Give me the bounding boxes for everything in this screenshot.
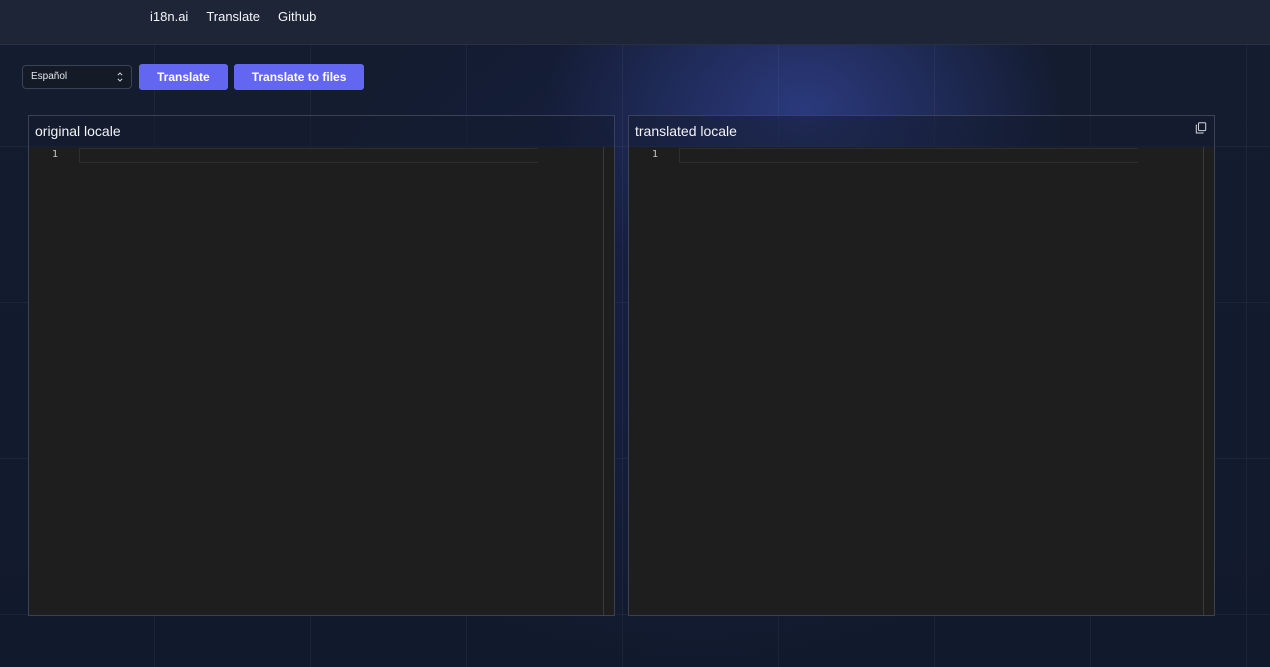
translate-button[interactable]: Translate [139, 64, 228, 90]
translated-locale-editor[interactable]: 1 [629, 147, 1204, 615]
nav-translate-link[interactable]: Translate [206, 9, 260, 24]
translated-editor-scrollbar[interactable] [1203, 147, 1214, 615]
translated-locale-header: translated locale [629, 116, 1214, 147]
original-locale-header: original locale [29, 116, 614, 147]
line-number: 1 [52, 149, 59, 160]
nav-github-link[interactable]: Github [278, 9, 316, 24]
main-nav: i18n.ai Translate Github [150, 9, 316, 24]
top-nav-bar: i18n.ai Translate Github [0, 0, 1270, 45]
translated-locale-panel: translated locale 1 [628, 115, 1215, 616]
language-select[interactable]: Español [22, 65, 132, 89]
current-line-highlight [79, 148, 538, 163]
original-locale-editor[interactable]: 1 [29, 147, 604, 615]
language-select-value: Español [31, 71, 68, 82]
translate-to-files-button[interactable]: Translate to files [233, 64, 365, 90]
toolbar: Español Translate Translate to files [22, 64, 365, 90]
current-line-highlight [679, 148, 1138, 163]
original-locale-panel: original locale 1 [28, 115, 615, 616]
line-number: 1 [652, 149, 659, 160]
original-locale-title: original locale [35, 123, 121, 139]
original-editor-scrollbar[interactable] [603, 147, 614, 615]
chevron-up-down-icon [117, 72, 123, 82]
copy-icon[interactable] [1195, 122, 1207, 134]
nav-brand-link[interactable]: i18n.ai [150, 9, 188, 24]
translated-locale-title: translated locale [635, 123, 737, 139]
